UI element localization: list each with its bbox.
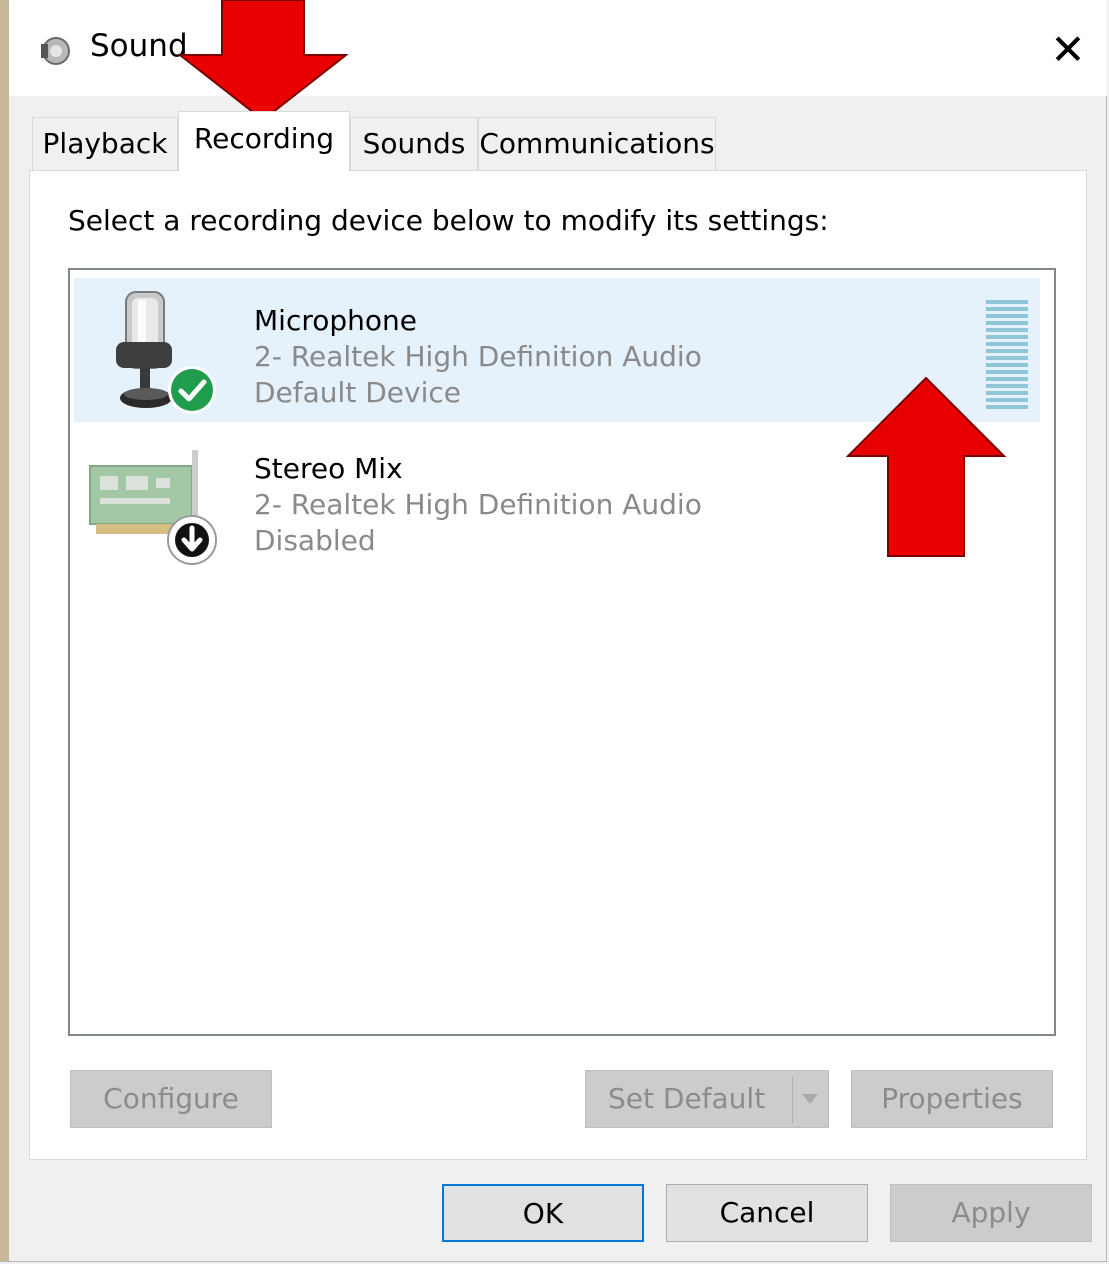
chevron-down-icon[interactable]	[792, 1077, 828, 1123]
tab-communications[interactable]: Communications	[478, 117, 716, 170]
set-default-label: Set Default	[608, 1082, 766, 1115]
tab-sounds[interactable]: Sounds	[350, 117, 478, 170]
cancel-button[interactable]: Cancel	[666, 1184, 868, 1242]
instruction-text: Select a recording device below to modif…	[68, 204, 829, 237]
device-name: Microphone	[254, 304, 417, 337]
device-name: Stereo Mix	[254, 452, 403, 485]
tab-recording[interactable]: Recording	[178, 111, 350, 171]
device-driver: 2- Realtek High Definition Audio	[254, 488, 702, 521]
red-down-arrow-icon	[178, 0, 348, 122]
set-default-button[interactable]: Set Default	[585, 1070, 829, 1128]
ok-button[interactable]: OK	[442, 1184, 644, 1242]
properties-button[interactable]: Properties	[851, 1070, 1053, 1128]
speaker-icon	[41, 37, 70, 65]
tab-playback[interactable]: Playback	[32, 117, 178, 170]
close-button[interactable]: ✕	[1040, 22, 1096, 78]
red-up-arrow-icon	[846, 376, 1006, 557]
window-title: Sound	[90, 28, 188, 64]
down-arrow-badge-icon	[167, 515, 217, 565]
apply-button[interactable]: Apply	[890, 1184, 1092, 1242]
device-status: Default Device	[254, 376, 461, 409]
configure-button[interactable]: Configure	[70, 1070, 272, 1128]
device-driver: 2- Realtek High Definition Audio	[254, 340, 702, 373]
device-status: Disabled	[254, 524, 376, 557]
green-check-badge-icon	[168, 366, 216, 414]
